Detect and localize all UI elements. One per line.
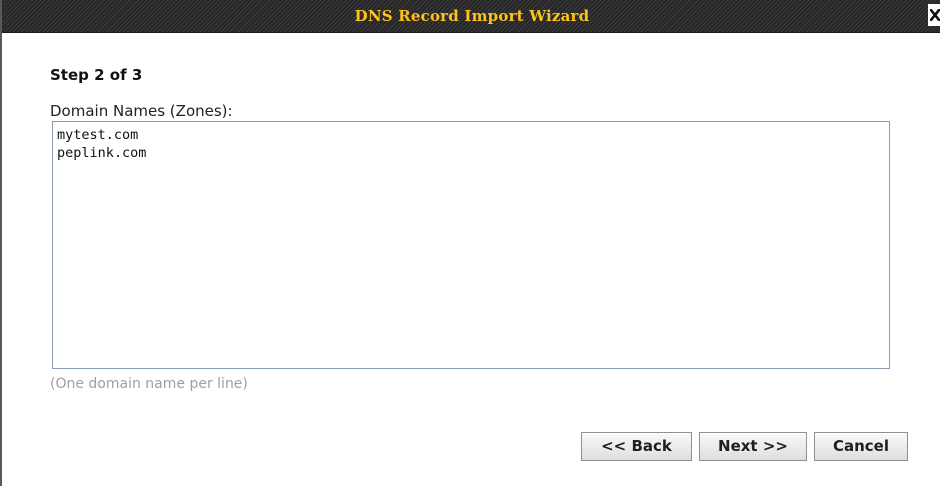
close-button[interactable] xyxy=(928,4,940,26)
step-indicator: Step 2 of 3 xyxy=(50,66,143,84)
import-wizard-dialog: DNS Record Import Wizard Step 2 of 3 Dom… xyxy=(0,0,940,486)
back-button[interactable]: << Back xyxy=(581,432,692,461)
cancel-button[interactable]: Cancel xyxy=(814,432,908,461)
next-button[interactable]: Next >> xyxy=(699,432,807,461)
dialog-title: DNS Record Import Wizard xyxy=(354,7,590,25)
domain-names-textarea[interactable]: mytest.com peplink.com xyxy=(52,121,890,369)
zones-hint: (One domain name per line) xyxy=(50,376,248,392)
dialog-titlebar: DNS Record Import Wizard xyxy=(2,0,940,33)
zones-label: Domain Names (Zones): xyxy=(50,102,233,120)
close-icon xyxy=(930,9,940,21)
